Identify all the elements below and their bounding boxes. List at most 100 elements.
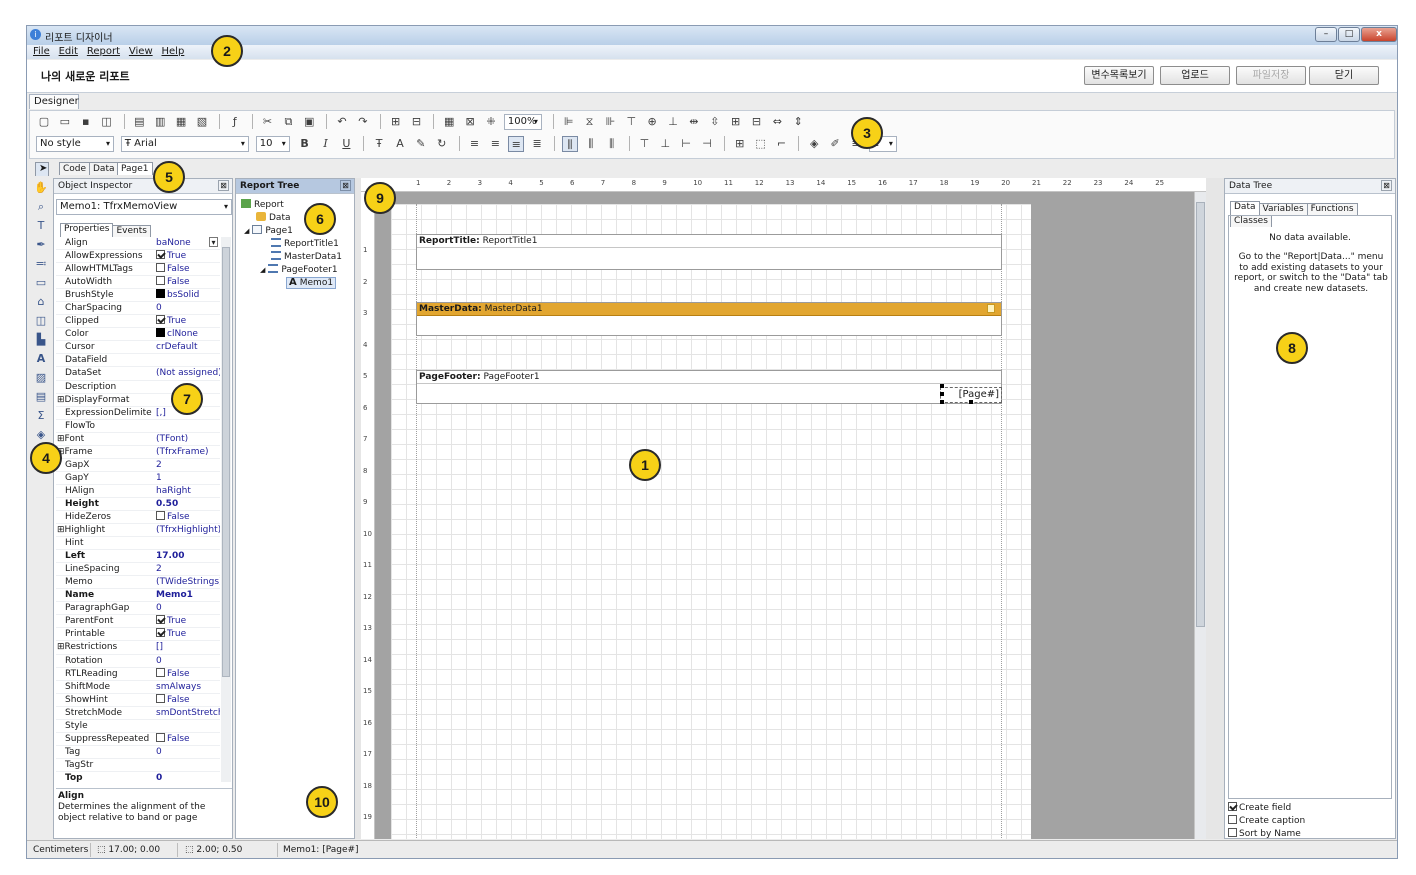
property-value[interactable]: False [156, 667, 220, 680]
picture-object-icon[interactable]: ⌂ [33, 294, 49, 310]
property-row[interactable]: ⊞Restrictions [] [56, 641, 220, 655]
frame-right-icon[interactable]: ⊣ [699, 136, 715, 152]
property-row[interactable]: Memo (TWideStrings) [56, 576, 220, 590]
center-vertically-icon[interactable]: ⊟ [749, 114, 765, 130]
scrollbar-thumb[interactable] [222, 247, 230, 677]
tree-item-data[interactable]: Data [256, 212, 291, 224]
paste-icon[interactable]: ▣ [301, 114, 317, 130]
checkbox-icon[interactable] [156, 250, 165, 260]
property-row[interactable]: ⊞Highlight (TfrxHighlight) [56, 524, 220, 538]
property-row[interactable]: HAlign haRight [56, 485, 220, 498]
valign-top-icon[interactable]: ⫼ [561, 136, 578, 152]
property-row[interactable]: Clipped True [56, 315, 220, 329]
delete-page-icon[interactable]: ▦ [173, 114, 189, 130]
valign-bottom-icon[interactable]: ⫼ [604, 136, 620, 152]
panel-close-icon[interactable]: ⊠ [340, 180, 351, 191]
menu-edit[interactable]: Edit [59, 45, 78, 59]
property-row[interactable]: ParagraphGap 0 [56, 602, 220, 616]
other-objects-icon[interactable]: ◈ [33, 427, 49, 443]
zoom-select[interactable]: 100% ▾ [503, 114, 542, 130]
property-row[interactable]: Rotation 0 [56, 655, 220, 668]
create-caption-checkbox[interactable]: Create caption [1228, 815, 1305, 827]
align-vertical-centers-icon[interactable]: ⊕ [644, 114, 660, 130]
property-row[interactable]: Left 17.00 [56, 550, 220, 564]
frame-left-icon[interactable]: ⊢ [678, 136, 694, 152]
align-to-grid-icon[interactable]: ⊠ [462, 114, 478, 130]
expand-icon[interactable]: ⊞ [57, 395, 65, 405]
panel-splitter[interactable] [1206, 178, 1224, 839]
text-align-left-icon[interactable]: ≡ [467, 136, 483, 152]
text-tool-icon[interactable]: T [33, 218, 49, 234]
rotation-icon[interactable]: ↻ [434, 136, 450, 152]
property-row[interactable]: ParentFont True [56, 615, 220, 629]
property-value[interactable]: crDefault [156, 341, 220, 353]
frame-all-icon[interactable]: ⊞ [732, 136, 748, 152]
property-value[interactable]: True [156, 250, 220, 262]
preview-icon[interactable]: ◫ [99, 114, 115, 130]
property-value[interactable]: False [156, 693, 220, 706]
text-justify-icon[interactable]: ≣ [529, 136, 545, 152]
property-row[interactable]: DataSet (Not assigned) [56, 367, 220, 381]
band-report-title[interactable]: ReportTitle: ReportTitle1 [416, 234, 1002, 270]
menu-file[interactable]: File [33, 45, 50, 59]
tab-properties[interactable]: Properties [60, 223, 114, 237]
property-row[interactable]: AllowHTMLTags False [56, 263, 220, 277]
property-value[interactable]: smAlways [156, 681, 220, 693]
same-width-icon[interactable]: ⇔ [769, 114, 785, 130]
property-value[interactable] [156, 354, 220, 366]
resize-handle[interactable] [940, 400, 944, 404]
checkbox-icon[interactable] [156, 628, 165, 638]
property-row[interactable]: ⊞Frame (TfrxFrame) [56, 446, 220, 459]
property-row[interactable]: LineSpacing 2 [56, 563, 220, 577]
object-selector[interactable]: Memo1: TfrxMemoView ▾ [56, 199, 232, 215]
property-value[interactable]: True [156, 615, 220, 627]
property-row[interactable]: CharSpacing 0 [56, 302, 220, 316]
report-page[interactable]: ReportTitle: ReportTitle1 MasterData: Ma… [391, 204, 1031, 839]
property-value[interactable]: clNone [156, 328, 220, 340]
property-row[interactable]: AutoWidth False [56, 276, 220, 290]
checkbox-icon[interactable] [156, 693, 165, 703]
save-file-button[interactable]: 파일저장 [1236, 66, 1306, 85]
tab-page1[interactable]: Page1 [117, 162, 153, 175]
italic-button[interactable]: I [318, 136, 334, 152]
property-value[interactable]: haRight [156, 485, 220, 497]
subreport-object-icon[interactable]: ◫ [33, 313, 49, 329]
minimize-button[interactable]: – [1315, 27, 1337, 42]
checkbox-icon[interactable] [156, 732, 165, 742]
tab-variables[interactable]: Variables [1258, 203, 1308, 215]
property-value[interactable]: bsSolid [156, 289, 220, 301]
expand-icon[interactable]: ⊞ [57, 642, 65, 652]
shadow-icon[interactable]: ⌐ [774, 136, 790, 152]
tree-item-report[interactable]: Report [241, 199, 284, 211]
redo-icon[interactable]: ↷ [355, 114, 371, 130]
property-value[interactable]: Memo1 [156, 589, 220, 601]
property-row[interactable]: ShiftMode smAlways [56, 681, 220, 694]
property-value[interactable]: 2 [156, 563, 220, 575]
align-left-edges-icon[interactable]: ⊫ [561, 114, 577, 130]
frame-bottom-icon[interactable]: ⊥ [657, 136, 673, 152]
checkbox-icon[interactable] [156, 615, 165, 625]
property-value[interactable]: 17.00 [156, 550, 220, 562]
property-value[interactable]: (TfrxFrame) [156, 446, 220, 458]
property-value[interactable]: (TFont) [156, 433, 220, 445]
menu-view[interactable]: View [129, 45, 153, 59]
new-report-icon[interactable]: ▢ [36, 114, 52, 130]
insert-band-icon[interactable]: ≕ [33, 256, 49, 272]
tab-designer[interactable]: Designer [29, 94, 79, 109]
tab-functions[interactable]: Functions [1306, 203, 1358, 215]
property-value[interactable]: (TfrxHighlight) [156, 524, 220, 536]
memo-object-icon[interactable]: ▭ [33, 275, 49, 291]
text-object-icon[interactable]: A [33, 351, 49, 367]
tree-item-page1[interactable]: ◢ Page1 [244, 225, 293, 237]
property-row[interactable]: Align baNone ▾ [56, 237, 220, 251]
property-value[interactable]: [] [156, 641, 220, 653]
resize-handle[interactable] [940, 384, 944, 388]
property-value[interactable]: False [156, 510, 220, 523]
tree-item-reporttitle1[interactable]: ReportTitle1 [271, 238, 339, 250]
tab-data-tree-data[interactable]: Data [1230, 201, 1260, 215]
text-align-right-icon[interactable]: ≡ [508, 136, 525, 152]
property-row[interactable]: Height 0.50 [56, 498, 220, 511]
property-row[interactable]: Printable True [56, 628, 220, 642]
property-value[interactable]: 0.50 [156, 498, 220, 510]
select-tool-cursor-icon[interactable]: ➤ [35, 162, 49, 176]
